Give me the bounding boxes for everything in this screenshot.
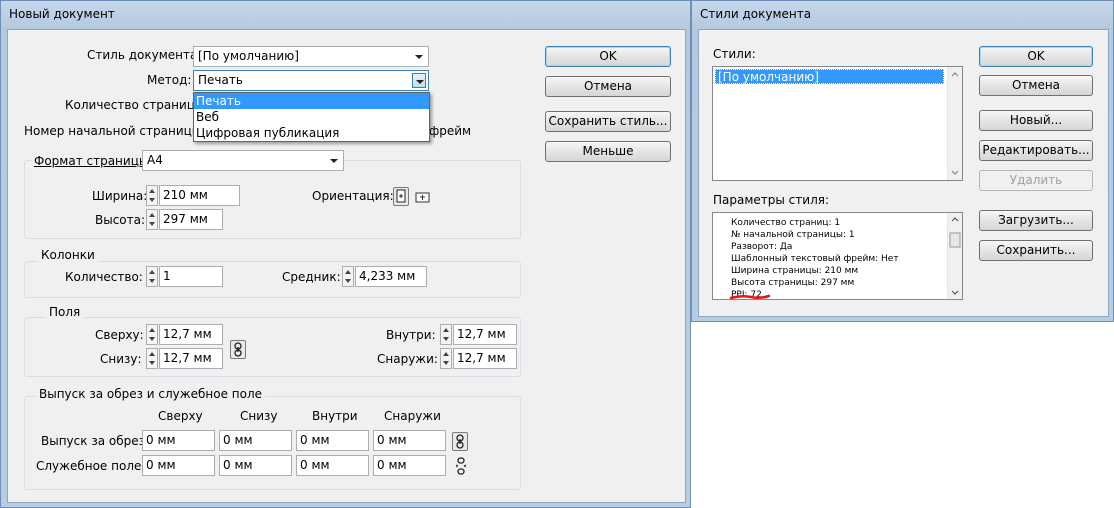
bleed-header-inside: Внутри bbox=[312, 409, 358, 423]
param-line: Количество страниц: 1 bbox=[731, 218, 841, 228]
page-format-value: A4 bbox=[147, 153, 163, 167]
styles-list[interactable]: [По умолчанию] bbox=[712, 66, 963, 181]
param-line: Разворот: Да bbox=[731, 242, 793, 252]
method-option-digital[interactable]: Цифровая публикация bbox=[194, 125, 429, 141]
method-value: Печать bbox=[198, 73, 243, 87]
margin-top-field[interactable]: 12,7 мм bbox=[159, 324, 223, 345]
bleed-top-field[interactable]: 0 мм bbox=[142, 430, 215, 451]
chevron-down-icon[interactable] bbox=[412, 49, 426, 64]
new-document-window: Новый документ Стиль документа: [По умол… bbox=[0, 0, 691, 508]
param-line: Высота страницы: 297 мм bbox=[731, 278, 855, 288]
columns-count-stepper[interactable] bbox=[146, 266, 158, 287]
bleed-slug-title: Выпуск за обрез и служебное поле bbox=[36, 387, 266, 401]
document-styles-title: Стили документа bbox=[700, 7, 812, 21]
style-params-label: Параметры стиля: bbox=[713, 193, 829, 207]
method-option-web[interactable]: Веб bbox=[194, 109, 429, 125]
height-field[interactable]: 297 мм bbox=[159, 209, 223, 230]
orientation-label: Ориентация: bbox=[312, 189, 394, 203]
slug-inside-field[interactable]: 0 мм bbox=[296, 455, 369, 476]
height-stepper[interactable] bbox=[146, 209, 158, 230]
styles-cancel-button[interactable]: Отмена bbox=[979, 75, 1093, 96]
width-stepper[interactable] bbox=[146, 185, 158, 206]
columns-count-field[interactable]: 1 bbox=[159, 266, 223, 287]
start-page-label: Номер начальной страницы: bbox=[24, 124, 206, 138]
method-dropdown-list: Печать Веб Цифровая публикация bbox=[193, 92, 430, 142]
style-params-text: Количество страниц: 1 № начальной страни… bbox=[731, 217, 899, 301]
save-style-button[interactable]: Сохранить стиль... bbox=[545, 111, 671, 132]
gutter-stepper[interactable] bbox=[342, 266, 354, 287]
margin-outside-label: Снаружи: bbox=[377, 352, 438, 366]
param-line: № начальной страницы: 1 bbox=[731, 230, 855, 240]
page-format-label: Формат страницы: bbox=[32, 154, 155, 168]
margin-outside-field[interactable]: 12,7 мм bbox=[453, 348, 517, 369]
bleed-outside-field[interactable]: 0 мм bbox=[373, 430, 446, 451]
chevron-down-icon[interactable] bbox=[412, 73, 426, 88]
margin-inside-field[interactable]: 12,7 мм bbox=[453, 324, 517, 345]
document-style-value: [По умолчанию] bbox=[198, 49, 299, 63]
slug-broken-chain-icon[interactable] bbox=[453, 457, 469, 475]
styles-list-item-label: [По умолчанию] bbox=[718, 70, 819, 84]
bleed-label: Выпуск за обрез: bbox=[41, 434, 150, 448]
landscape-orientation-icon[interactable] bbox=[414, 189, 432, 205]
styles-list-item[interactable]: [По умолчанию] bbox=[715, 69, 944, 84]
gutter-label: Средник: bbox=[282, 270, 341, 284]
chevron-down-icon[interactable] bbox=[327, 153, 341, 168]
height-label: Высота: bbox=[95, 213, 146, 227]
chain-link-icon[interactable] bbox=[230, 340, 246, 359]
styles-save-button[interactable]: Сохранить... bbox=[979, 240, 1093, 261]
margin-inside-label: Внутри: bbox=[386, 328, 436, 342]
slug-top-field[interactable]: 0 мм bbox=[142, 455, 215, 476]
portrait-orientation-icon[interactable] bbox=[393, 187, 409, 206]
document-style-select[interactable]: [По умолчанию] bbox=[193, 46, 429, 67]
bleed-header-outside: Снаружи bbox=[384, 409, 441, 423]
margin-outside-stepper[interactable] bbox=[440, 348, 452, 369]
styles-list-scrollbar[interactable] bbox=[947, 67, 962, 180]
margin-bottom-field[interactable]: 12,7 мм bbox=[159, 348, 223, 369]
margin-bottom-stepper[interactable] bbox=[146, 348, 158, 369]
gutter-field[interactable]: 4,233 мм bbox=[355, 266, 427, 287]
styles-load-button[interactable]: Загрузить... bbox=[979, 210, 1093, 231]
slug-label: Служебное поле: bbox=[36, 459, 146, 473]
width-field[interactable]: 210 мм bbox=[159, 185, 240, 206]
width-label: Ширина: bbox=[92, 189, 148, 203]
param-line: Ширина страницы: 210 мм bbox=[731, 266, 859, 276]
style-params-box: Количество страниц: 1 № начальной страни… bbox=[712, 212, 963, 300]
styles-label: Стили: bbox=[713, 47, 756, 61]
primary-text-frame-label[interactable]: фрейм bbox=[429, 124, 471, 138]
document-styles-window: Стили документа Стили: [По умолчанию] Па… bbox=[691, 0, 1114, 322]
margins-title: Поля bbox=[46, 305, 84, 319]
bleed-header-top: Сверху bbox=[158, 409, 203, 423]
document-styles-client: Стили: [По умолчанию] Параметры стиля: К… bbox=[698, 29, 1109, 317]
bleed-inside-field[interactable]: 0 мм bbox=[296, 430, 369, 451]
pages-count-label: Количество страниц: bbox=[65, 98, 200, 112]
columns-title: Колонки bbox=[38, 248, 98, 262]
param-line: Шаблонный текстовый фрейм: Нет bbox=[731, 254, 899, 264]
method-option-print[interactable]: Печать bbox=[194, 93, 429, 109]
columns-count-label: Количество: bbox=[65, 270, 143, 284]
styles-new-button[interactable]: Новый... bbox=[979, 110, 1093, 131]
slug-bottom-field[interactable]: 0 мм bbox=[219, 455, 292, 476]
cancel-button[interactable]: Отмена bbox=[545, 76, 671, 97]
margin-top-stepper[interactable] bbox=[146, 324, 158, 345]
ok-button[interactable]: OK bbox=[545, 46, 671, 67]
styles-edit-button[interactable]: Редактировать... bbox=[979, 140, 1093, 161]
bleed-header-bottom: Снизу bbox=[240, 409, 278, 423]
bleed-chain-link-icon[interactable] bbox=[452, 432, 468, 451]
less-button[interactable]: Меньше bbox=[545, 141, 671, 162]
document-style-label: Стиль документа: bbox=[87, 48, 202, 62]
margin-bottom-label: Снизу: bbox=[100, 352, 142, 366]
method-label: Метод: bbox=[147, 73, 192, 87]
bleed-bottom-field[interactable]: 0 мм bbox=[219, 430, 292, 451]
style-params-scrollbar[interactable] bbox=[947, 213, 962, 299]
red-underline-annotation bbox=[729, 294, 771, 300]
method-select[interactable]: Печать bbox=[193, 70, 429, 91]
slug-outside-field[interactable]: 0 мм bbox=[373, 455, 446, 476]
styles-ok-button[interactable]: OK bbox=[979, 46, 1093, 67]
page-format-select[interactable]: A4 bbox=[142, 150, 344, 171]
styles-delete-button[interactable]: Удалить bbox=[979, 170, 1093, 191]
new-document-title: Новый документ bbox=[9, 7, 115, 21]
margin-inside-stepper[interactable] bbox=[440, 324, 452, 345]
margin-top-label: Сверху: bbox=[95, 328, 144, 342]
new-document-client: Стиль документа: [По умолчанию] Метод: П… bbox=[7, 29, 686, 503]
